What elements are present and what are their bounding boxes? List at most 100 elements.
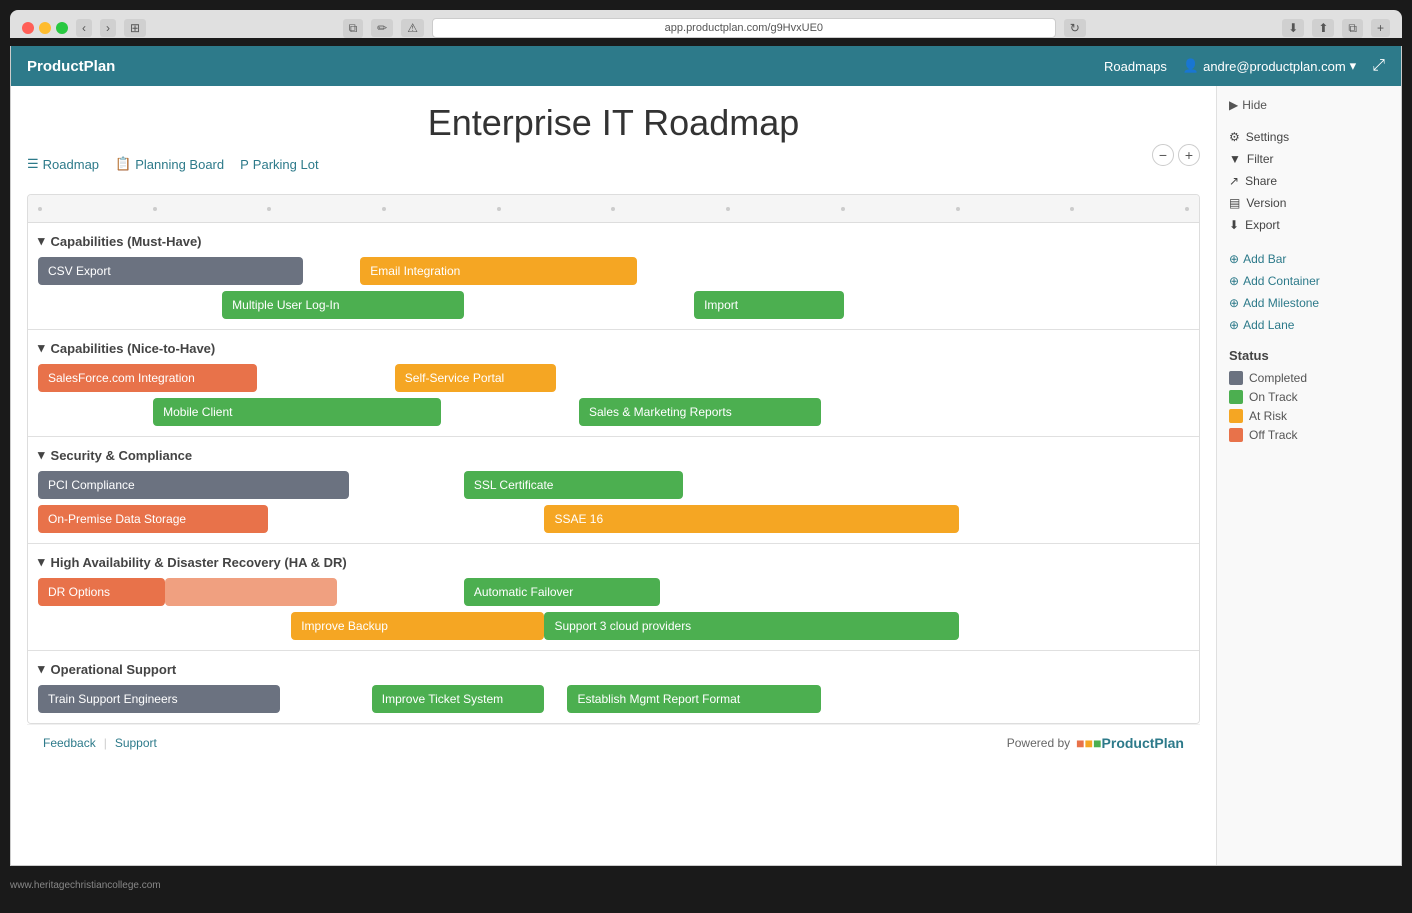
forward-button[interactable]: › — [100, 19, 116, 37]
add-lane-icon: ⊕ — [1229, 318, 1239, 332]
tab-parking-lot[interactable]: P Parking Lot — [240, 157, 318, 172]
address-bar[interactable]: app.productplan.com/g9HvxUE0 — [432, 18, 1056, 38]
lane-collapse-arrow[interactable]: ▾ — [38, 447, 45, 463]
add-milestone-label: Add Milestone — [1243, 296, 1319, 310]
fullscreen-button[interactable]: ⧉ — [1342, 19, 1363, 38]
watermark: www.heritagechristiancollege.com — [0, 876, 1412, 895]
zoom-out-button[interactable]: − — [1152, 144, 1174, 166]
roadmap-icon: ☰ — [27, 156, 39, 172]
download-button[interactable]: ⬇ — [1282, 19, 1304, 37]
sidebar-export-label: Export — [1245, 218, 1280, 232]
zoom-controls: − + — [1152, 144, 1200, 166]
annotate-button[interactable]: ✏ — [371, 19, 393, 37]
lane-row: CSV Export Email Integration — [38, 257, 1189, 285]
bar-establish-mgmt[interactable]: Establish Mgmt Report Format — [567, 685, 820, 713]
bar-self-service-portal[interactable]: Self-Service Portal — [395, 364, 556, 392]
tab-roadmap[interactable]: ☰ Roadmap — [27, 156, 99, 172]
traffic-light-green[interactable] — [56, 22, 68, 34]
add-milestone-button[interactable]: ⊕ Add Milestone — [1229, 292, 1389, 314]
lane-operational-support: ▾ Operational Support Train Support Engi… — [28, 651, 1199, 723]
user-badge[interactable]: 👤 andre@productplan.com ▾ — [1183, 58, 1356, 74]
warning-button[interactable]: ⚠ — [401, 19, 424, 37]
lane-row: SalesForce.com Integration Self-Service … — [38, 364, 1189, 392]
hide-arrow-icon: ▶ — [1229, 98, 1238, 112]
bar-automatic-failover[interactable]: Automatic Failover — [464, 578, 660, 606]
status-legend: Status Completed On Track At Risk Off Tr… — [1229, 348, 1389, 442]
bar-ssl-certificate[interactable]: SSL Certificate — [464, 471, 683, 499]
split-view-button[interactable]: ⧉ — [343, 19, 364, 38]
status-item-on-track: On Track — [1229, 390, 1389, 404]
right-sidebar: ▶ Hide ⚙ Settings ▼ Filter ↗ Share ▤ — [1216, 86, 1401, 865]
add-bar-button[interactable]: ⊕ Add Bar — [1229, 248, 1389, 270]
lane-row: Improve Backup Support 3 cloud providers — [38, 612, 1189, 640]
support-link[interactable]: Support — [115, 736, 157, 750]
bar-csv-export[interactable]: CSV Export — [38, 257, 303, 285]
sidebar-item-settings[interactable]: ⚙ Settings — [1229, 126, 1389, 148]
powered-by: Powered by ■■■ProductPlan — [1007, 735, 1184, 751]
back-button[interactable]: ‹ — [76, 19, 92, 37]
bar-import[interactable]: Import — [694, 291, 844, 319]
lane-row: Mobile Client Sales & Marketing Reports — [38, 398, 1189, 426]
add-container-button[interactable]: ⊕ Add Container — [1229, 270, 1389, 292]
lane-title-text: Capabilities (Nice-to-Have) — [51, 341, 216, 356]
lane-security-compliance: ▾ Security & Compliance PCI Compliance S… — [28, 437, 1199, 544]
sidebar-add-section: ⊕ Add Bar ⊕ Add Container ⊕ Add Mileston… — [1229, 248, 1389, 336]
bar-mobile-client[interactable]: Mobile Client — [153, 398, 441, 426]
sidebar-item-filter[interactable]: ▼ Filter — [1229, 148, 1389, 170]
bar-improve-ticket[interactable]: Improve Ticket System — [372, 685, 545, 713]
bar-dr-options-ext[interactable] — [165, 578, 338, 606]
sidebar-item-version[interactable]: ▤ Version — [1229, 192, 1389, 214]
timeline-dot — [841, 207, 845, 211]
powered-by-text: Powered by — [1007, 736, 1070, 750]
lane-collapse-arrow[interactable]: ▾ — [38, 554, 45, 570]
tab-planning-board[interactable]: 📋 Planning Board — [115, 156, 224, 172]
add-lane-button[interactable]: ⊕ Add Lane — [1229, 314, 1389, 336]
bar-multiple-user-login[interactable]: Multiple User Log-In — [222, 291, 464, 319]
status-label-off-track: Off Track — [1249, 428, 1297, 442]
bar-salesforce[interactable]: SalesForce.com Integration — [38, 364, 257, 392]
lane-title-text: Security & Compliance — [51, 448, 193, 463]
bar-on-premise[interactable]: On-Premise Data Storage — [38, 505, 268, 533]
lane-collapse-arrow[interactable]: ▾ — [38, 233, 45, 249]
app-logo: ProductPlan — [27, 58, 115, 75]
bar-pci-compliance[interactable]: PCI Compliance — [38, 471, 349, 499]
lane-collapse-arrow[interactable]: ▾ — [38, 340, 45, 356]
hide-button[interactable]: ▶ Hide — [1229, 98, 1389, 112]
version-icon: ▤ — [1229, 196, 1240, 210]
status-item-completed: Completed — [1229, 371, 1389, 385]
bar-sales-marketing[interactable]: Sales & Marketing Reports — [579, 398, 821, 426]
feedback-link[interactable]: Feedback — [43, 736, 96, 750]
tab-overview-button[interactable]: ⊞ — [124, 19, 146, 37]
sidebar-item-export[interactable]: ⬇ Export — [1229, 214, 1389, 236]
timeline-header — [28, 195, 1199, 223]
nav-tabs: ☰ Roadmap 📋 Planning Board P Parking Lot — [27, 156, 319, 172]
add-milestone-icon: ⊕ — [1229, 296, 1239, 310]
bar-train-support[interactable]: Train Support Engineers — [38, 685, 280, 713]
new-tab-button[interactable]: + — [1371, 19, 1390, 37]
lane-capabilities-must-have: ▾ Capabilities (Must-Have) CSV Export Em… — [28, 223, 1199, 330]
sidebar-share-label: Share — [1245, 174, 1277, 188]
sidebar-item-share[interactable]: ↗ Share — [1229, 170, 1389, 192]
status-label-on-track: On Track — [1249, 390, 1298, 404]
status-legend-title: Status — [1229, 348, 1389, 363]
expand-icon[interactable]: ⤢ — [1372, 57, 1385, 75]
share-button[interactable]: ⬆ — [1312, 19, 1334, 37]
lane-row: Multiple User Log-In Import — [38, 291, 1189, 319]
bar-dr-options[interactable]: DR Options — [38, 578, 165, 606]
traffic-light-red[interactable] — [22, 22, 34, 34]
sidebar-settings-label: Settings — [1246, 130, 1289, 144]
roadmaps-link[interactable]: Roadmaps — [1104, 59, 1167, 74]
zoom-in-button[interactable]: + — [1178, 144, 1200, 166]
bar-ssae16[interactable]: SSAE 16 — [544, 505, 958, 533]
bar-support-3-cloud[interactable]: Support 3 cloud providers — [544, 612, 958, 640]
refresh-button[interactable]: ↻ — [1064, 19, 1086, 37]
traffic-light-yellow[interactable] — [39, 22, 51, 34]
lane-collapse-arrow[interactable]: ▾ — [38, 661, 45, 677]
bar-improve-backup[interactable]: Improve Backup — [291, 612, 544, 640]
sidebar-filter-label: Filter — [1247, 152, 1274, 166]
add-lane-label: Add Lane — [1243, 318, 1294, 332]
timeline-dot — [1070, 207, 1074, 211]
timeline-dot — [153, 207, 157, 211]
bar-email-integration[interactable]: Email Integration — [360, 257, 636, 285]
roadmap-wrapper: ▾ Capabilities (Must-Have) CSV Export Em… — [27, 194, 1200, 724]
